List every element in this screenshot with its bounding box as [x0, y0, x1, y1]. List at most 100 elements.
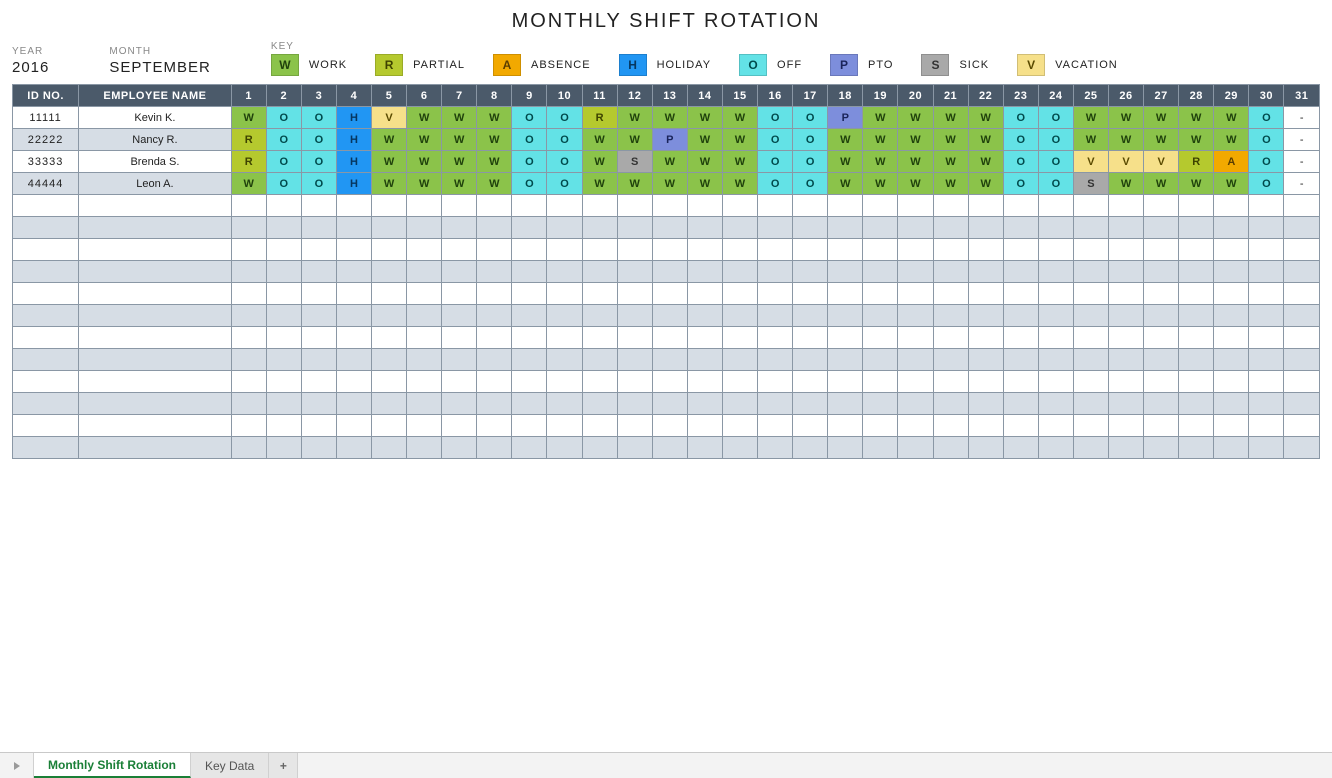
- cell-shift[interactable]: [652, 239, 687, 261]
- cell-shift[interactable]: [968, 393, 1003, 415]
- cell-shift[interactable]: W: [1179, 173, 1214, 195]
- cell-shift[interactable]: W: [442, 173, 477, 195]
- cell-shift[interactable]: [1073, 437, 1108, 459]
- cell-shift[interactable]: [547, 393, 582, 415]
- cell-shift[interactable]: W: [968, 173, 1003, 195]
- cell-shift[interactable]: [793, 327, 828, 349]
- cell-shift[interactable]: W: [1108, 173, 1143, 195]
- cell-shift[interactable]: [968, 283, 1003, 305]
- cell-shift[interactable]: [863, 261, 898, 283]
- cell-shift[interactable]: W: [442, 107, 477, 129]
- cell-shift[interactable]: [1284, 195, 1320, 217]
- col-header-day-20[interactable]: 20: [898, 85, 933, 107]
- cell-shift[interactable]: [1284, 283, 1320, 305]
- cell-shift[interactable]: [1179, 437, 1214, 459]
- cell-shift[interactable]: [442, 393, 477, 415]
- cell-shift[interactable]: [1108, 437, 1143, 459]
- cell-shift[interactable]: [793, 305, 828, 327]
- cell-shift[interactable]: W: [407, 129, 442, 151]
- cell-shift[interactable]: [793, 239, 828, 261]
- cell-shift[interactable]: A: [1214, 151, 1249, 173]
- cell-shift[interactable]: [477, 415, 512, 437]
- cell-shift[interactable]: [1144, 437, 1179, 459]
- cell-shift[interactable]: V: [1108, 151, 1143, 173]
- cell-shift[interactable]: [1108, 305, 1143, 327]
- col-header-day-7[interactable]: 7: [442, 85, 477, 107]
- col-header-day-15[interactable]: 15: [722, 85, 757, 107]
- cell-shift[interactable]: W: [652, 173, 687, 195]
- cell-shift[interactable]: [407, 437, 442, 459]
- cell-shift[interactable]: [512, 239, 547, 261]
- cell-shift[interactable]: P: [652, 129, 687, 151]
- cell-shift[interactable]: [1179, 239, 1214, 261]
- cell-shift[interactable]: [1073, 239, 1108, 261]
- cell-shift[interactable]: [898, 305, 933, 327]
- cell-name[interactable]: Leon A.: [79, 173, 231, 195]
- cell-shift[interactable]: W: [617, 173, 652, 195]
- cell-shift[interactable]: [336, 327, 371, 349]
- cell-shift[interactable]: [372, 217, 407, 239]
- cell-shift[interactable]: W: [1179, 107, 1214, 129]
- cell-shift[interactable]: O: [758, 173, 793, 195]
- col-header-day-29[interactable]: 29: [1214, 85, 1249, 107]
- cell-shift[interactable]: [828, 437, 863, 459]
- cell-shift[interactable]: [617, 195, 652, 217]
- cell-shift[interactable]: R: [231, 151, 266, 173]
- cell-shift[interactable]: [231, 195, 266, 217]
- cell-shift[interactable]: W: [687, 129, 722, 151]
- cell-shift[interactable]: [1249, 261, 1284, 283]
- cell-shift[interactable]: [407, 393, 442, 415]
- cell-name[interactable]: Kevin K.: [79, 107, 231, 129]
- cell-shift[interactable]: [1284, 261, 1320, 283]
- cell-shift[interactable]: W: [933, 129, 968, 151]
- cell-shift[interactable]: [722, 261, 757, 283]
- cell-shift[interactable]: [547, 239, 582, 261]
- cell-shift[interactable]: [863, 437, 898, 459]
- cell-shift[interactable]: O: [793, 151, 828, 173]
- cell-shift[interactable]: [231, 349, 266, 371]
- cell-shift[interactable]: O: [793, 129, 828, 151]
- cell-shift[interactable]: [336, 195, 371, 217]
- cell-shift[interactable]: [301, 217, 336, 239]
- cell-id[interactable]: [13, 195, 79, 217]
- cell-shift[interactable]: [1284, 305, 1320, 327]
- cell-shift[interactable]: [512, 415, 547, 437]
- cell-shift[interactable]: [863, 415, 898, 437]
- cell-shift[interactable]: [477, 305, 512, 327]
- cell-shift[interactable]: [266, 261, 301, 283]
- cell-shift[interactable]: [1214, 283, 1249, 305]
- cell-shift[interactable]: [266, 349, 301, 371]
- cell-shift[interactable]: W: [1073, 107, 1108, 129]
- cell-id[interactable]: 11111: [13, 107, 79, 129]
- cell-shift[interactable]: [301, 261, 336, 283]
- cell-shift[interactable]: W: [372, 173, 407, 195]
- cell-shift[interactable]: [758, 217, 793, 239]
- cell-shift[interactable]: [793, 261, 828, 283]
- cell-name[interactable]: [79, 437, 231, 459]
- cell-shift[interactable]: [652, 261, 687, 283]
- cell-shift[interactable]: [477, 283, 512, 305]
- cell-name[interactable]: [79, 371, 231, 393]
- cell-shift[interactable]: [372, 349, 407, 371]
- cell-shift[interactable]: [582, 437, 617, 459]
- cell-name[interactable]: [79, 239, 231, 261]
- tab-nav-prev[interactable]: [0, 753, 34, 778]
- col-header-day-4[interactable]: 4: [336, 85, 371, 107]
- cell-shift[interactable]: [793, 195, 828, 217]
- cell-shift[interactable]: [477, 217, 512, 239]
- tab-monthly-shift-rotation[interactable]: Monthly Shift Rotation: [34, 753, 191, 778]
- cell-shift[interactable]: [1179, 349, 1214, 371]
- cell-shift[interactable]: [652, 327, 687, 349]
- col-header-day-8[interactable]: 8: [477, 85, 512, 107]
- cell-shift[interactable]: [1179, 195, 1214, 217]
- cell-shift[interactable]: W: [898, 107, 933, 129]
- cell-shift[interactable]: [1179, 305, 1214, 327]
- cell-shift[interactable]: [231, 305, 266, 327]
- cell-shift[interactable]: [477, 327, 512, 349]
- cell-shift[interactable]: [863, 283, 898, 305]
- cell-name[interactable]: [79, 327, 231, 349]
- cell-shift[interactable]: O: [1249, 107, 1284, 129]
- cell-shift[interactable]: O: [1038, 129, 1073, 151]
- cell-shift[interactable]: [1144, 283, 1179, 305]
- cell-shift[interactable]: O: [758, 151, 793, 173]
